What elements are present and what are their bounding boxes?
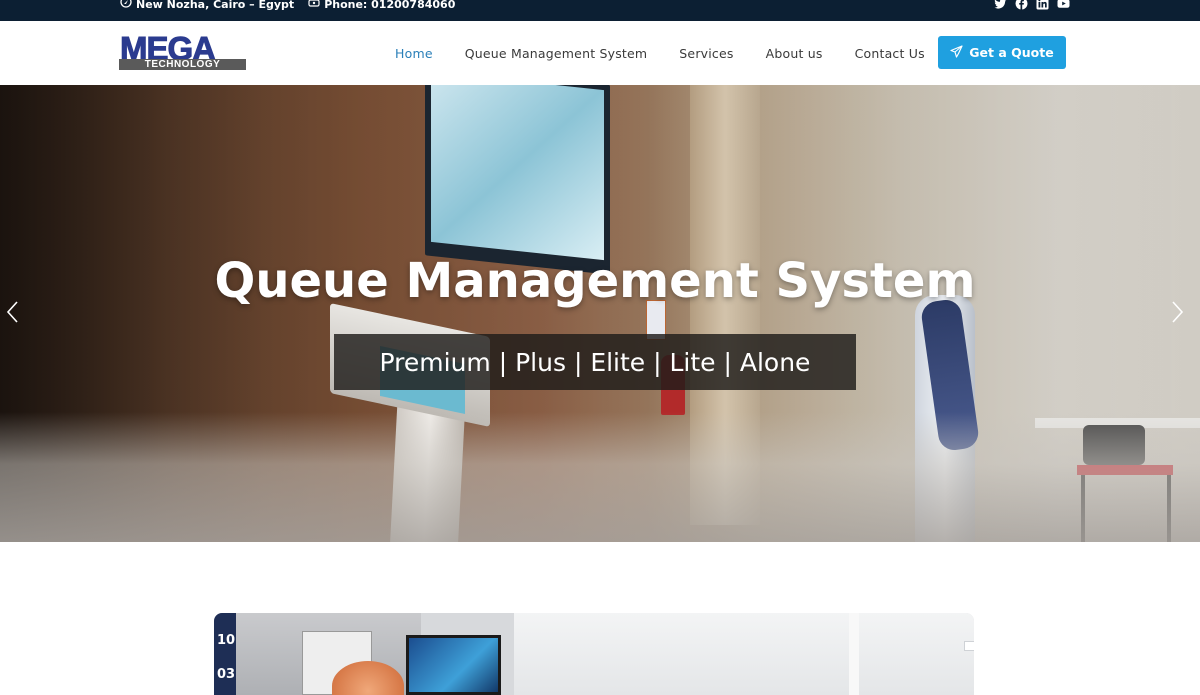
hero-title: Queue Management System (214, 253, 976, 309)
hero-subtitle: Premium | Plus | Elite | Lite | Alone (334, 334, 856, 390)
slider-next-button[interactable] (1168, 300, 1188, 324)
hero-slider: Queue Management System Premium | Plus |… (0, 85, 1200, 542)
feature-bg-room (514, 613, 974, 695)
feature-bg-screen (406, 635, 501, 695)
location-icon (120, 0, 132, 13)
chevron-left-icon (6, 301, 18, 323)
phone-item[interactable]: Phone: 01200784060 (308, 0, 455, 13)
nav-services[interactable]: Services (679, 46, 733, 61)
youtube-icon[interactable] (1057, 0, 1070, 10)
phone-text: Phone: 01200784060 (324, 0, 456, 11)
twitter-icon[interactable] (994, 0, 1007, 10)
contact-info: New Nozha, Cairo – Egypt Phone: 01200784… (120, 0, 455, 13)
hero-bg-floor (0, 412, 1200, 542)
address-text: New Nozha, Cairo – Egypt (136, 0, 295, 11)
site-logo[interactable]: MEGA TECHNOLOGY (119, 30, 247, 71)
nav-home[interactable]: Home (395, 46, 433, 61)
facebook-icon[interactable] (1015, 0, 1028, 10)
get-a-quote-label: Get a Quote (969, 45, 1054, 60)
main-header: MEGA TECHNOLOGY Home Queue Management Sy… (0, 21, 1200, 85)
nav-about-us[interactable]: About us (766, 46, 823, 61)
nav-contact-us[interactable]: Contact Us (855, 46, 925, 61)
linkedin-icon[interactable] (1036, 0, 1049, 10)
nav-queue-management-system[interactable]: Queue Management System (465, 46, 648, 61)
slider-prev-button[interactable] (2, 300, 22, 324)
logo-sub-text: TECHNOLOGY (119, 59, 246, 70)
phone-icon (308, 0, 320, 13)
chevron-right-icon (1172, 301, 1184, 323)
feature-image: 105 03 (214, 613, 974, 695)
address-item: New Nozha, Cairo – Egypt (120, 0, 294, 13)
social-links (994, 0, 1070, 10)
get-a-quote-button[interactable]: Get a Quote (938, 36, 1066, 69)
paper-plane-icon (950, 44, 963, 61)
top-info-bar: New Nozha, Cairo – Egypt Phone: 01200784… (0, 0, 1200, 21)
feature-counter-panel: 105 03 (214, 613, 244, 695)
feature-counter-number: 03 (217, 667, 236, 682)
hero-bg-display (425, 85, 610, 275)
main-nav: Home Queue Management System Services Ab… (395, 21, 957, 85)
